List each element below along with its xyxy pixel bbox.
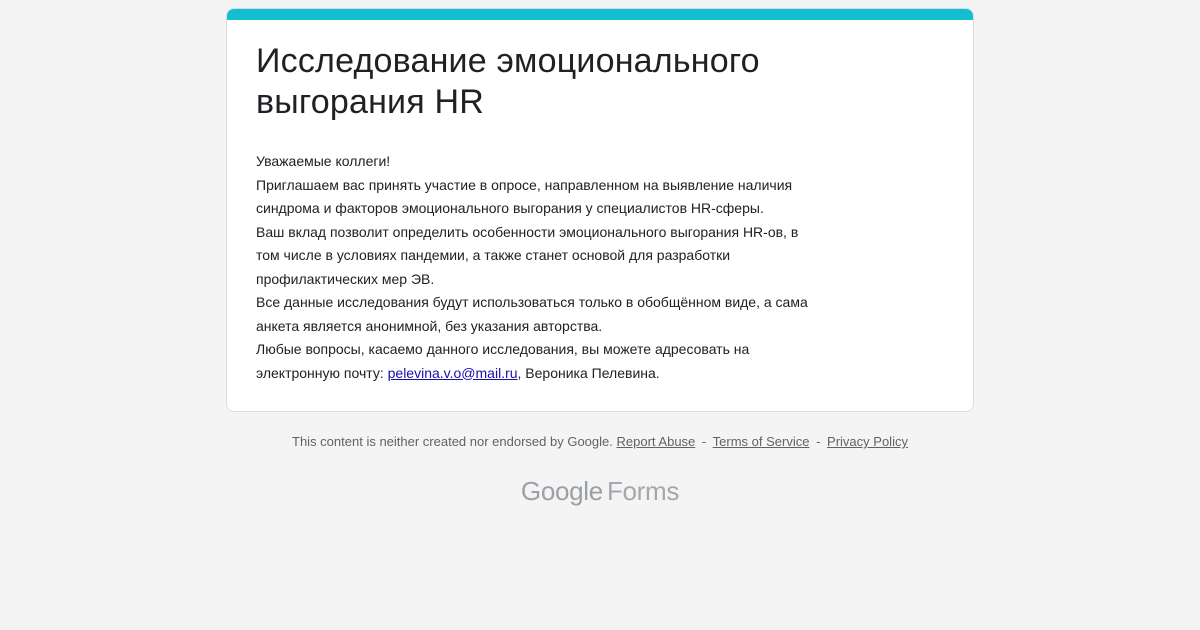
description-line: анкета является анонимной, без указания … (256, 317, 603, 334)
footer-separator: - (816, 434, 821, 449)
description-line: электронную почту: pelevina.v.o@mail.ru,… (256, 362, 946, 386)
description-line: профилактических мер ЭВ. (256, 270, 435, 287)
report-abuse-link[interactable]: Report Abuse (617, 434, 696, 449)
form-header-card: Исследование эмоционального выгорания HR… (226, 8, 974, 412)
description-line: Уважаемые коллеги! (256, 153, 391, 169)
form-title-line-2: выгорания HR (256, 83, 485, 121)
email-link[interactable]: pelevina.v.o@mail.ru (388, 365, 518, 381)
description-line: Приглашаем вас принять участие в опросе,… (256, 176, 793, 193)
footer-disclaimer: This content is neither created nor endo… (0, 432, 1200, 452)
privacy-policy-link[interactable]: Privacy Policy (827, 434, 908, 449)
description-line: синдрома и факторов эмоционального выгор… (256, 200, 764, 216)
description-text: электронную почту: (256, 364, 388, 381)
logo-forms-text: Forms (606, 476, 680, 506)
form-title: Исследование эмоционального выгорания HR (256, 41, 946, 123)
form-title-line-1: Исследование эмоционального (256, 42, 760, 80)
form-description: Уважаемые коллеги! Приглашаем вас принят… (256, 150, 946, 385)
terms-of-service-link[interactable]: Terms of Service (713, 434, 810, 449)
footer-separator: - (701, 434, 707, 449)
description-text: , Вероника Пелевина. (517, 364, 660, 381)
disclaimer-text: This content is neither created nor endo… (292, 434, 613, 449)
logo-google-text: Google (520, 476, 603, 506)
description-line: Все данные исследования будут использова… (256, 294, 808, 310)
google-forms-logo[interactable]: Google Forms (0, 474, 1200, 508)
description-line: Любые вопросы, касаемо данного исследова… (256, 341, 750, 357)
card-content: Исследование эмоционального выгорания HR… (256, 41, 946, 385)
card-accent-bar (227, 9, 973, 20)
description-line: Ваш вклад позволит определить особенност… (256, 223, 799, 240)
description-line: том числе в условиях пандемии, а также с… (256, 247, 731, 263)
